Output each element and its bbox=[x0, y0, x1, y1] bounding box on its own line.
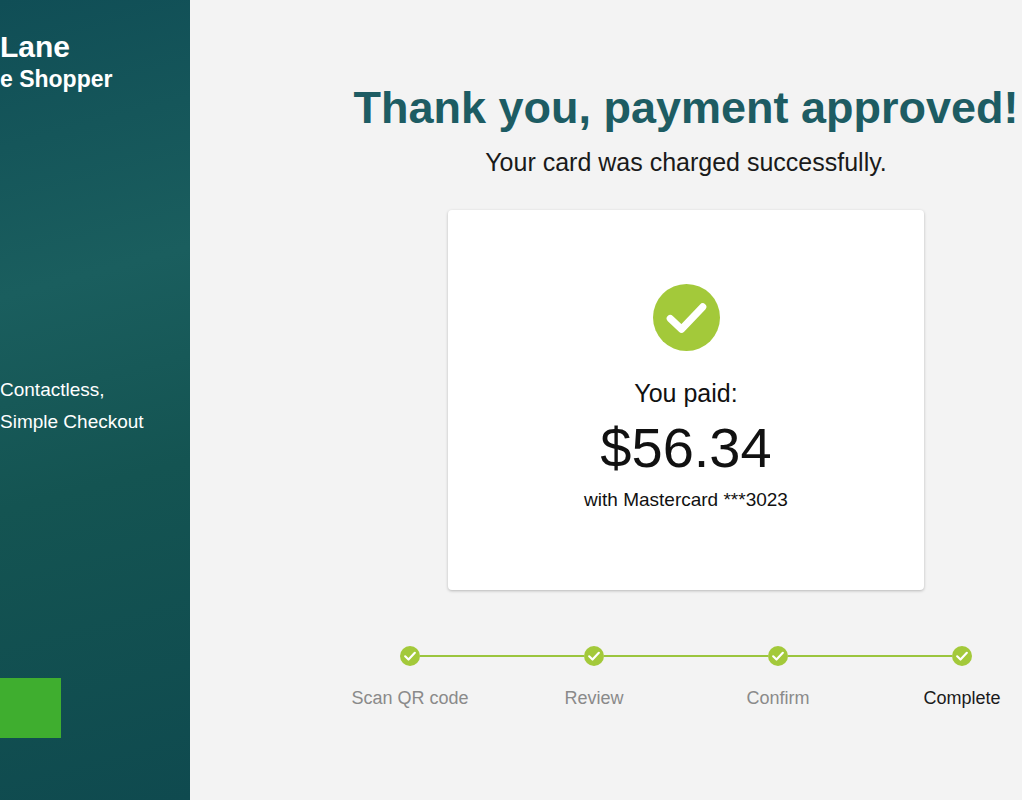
step-label: Review bbox=[564, 688, 623, 709]
checkout-page: Lanee Shopper Contactless,Simple Checkout… bbox=[0, 0, 1022, 800]
receipt-card: You paid: $56.34 with Mastercard ***3023 bbox=[448, 210, 924, 590]
step-track bbox=[686, 646, 870, 666]
tagline: Contactless,Simple Checkout bbox=[0, 374, 190, 438]
step-line bbox=[318, 655, 400, 657]
step-label: Complete bbox=[923, 688, 1000, 709]
subtitle: Your card was charged successfully. bbox=[485, 146, 887, 178]
step-label: Confirm bbox=[746, 688, 809, 709]
progress-stepper: Scan QR code Review Confirm Complete bbox=[318, 646, 1022, 709]
step-line bbox=[788, 655, 870, 657]
tagline-line: Contactless, bbox=[0, 374, 190, 406]
step-check-icon bbox=[952, 646, 972, 666]
step-track bbox=[318, 646, 502, 666]
success-check-icon bbox=[653, 284, 720, 351]
step-line bbox=[502, 655, 584, 657]
step: Scan QR code bbox=[318, 646, 502, 709]
step-check-icon bbox=[768, 646, 788, 666]
step: Review bbox=[502, 646, 686, 709]
heading: Thank you, payment approved! bbox=[353, 80, 1018, 136]
step-check-icon bbox=[400, 646, 420, 666]
step-line bbox=[420, 655, 502, 657]
step-track bbox=[502, 646, 686, 666]
step-line bbox=[972, 655, 1022, 657]
brand-title: Lane bbox=[0, 30, 190, 64]
step-line bbox=[870, 655, 952, 657]
step-check-icon bbox=[584, 646, 604, 666]
step: Complete bbox=[870, 646, 1022, 709]
brand-subtitle: e Shopper bbox=[0, 64, 190, 94]
step-track bbox=[870, 646, 1022, 666]
step-line bbox=[686, 655, 768, 657]
step: Confirm bbox=[686, 646, 870, 709]
sidebar-button[interactable] bbox=[0, 678, 61, 738]
payment-method: with Mastercard ***3023 bbox=[584, 487, 788, 513]
tagline-line: Simple Checkout bbox=[0, 406, 190, 438]
step-line bbox=[604, 655, 686, 657]
paid-amount: $56.34 bbox=[600, 415, 771, 481]
main-content: Thank you, payment approved! Your card wa… bbox=[190, 0, 1022, 800]
sidebar: Lanee Shopper Contactless,Simple Checkout bbox=[0, 0, 190, 800]
paid-label: You paid: bbox=[634, 377, 737, 409]
step-label: Scan QR code bbox=[351, 688, 468, 709]
